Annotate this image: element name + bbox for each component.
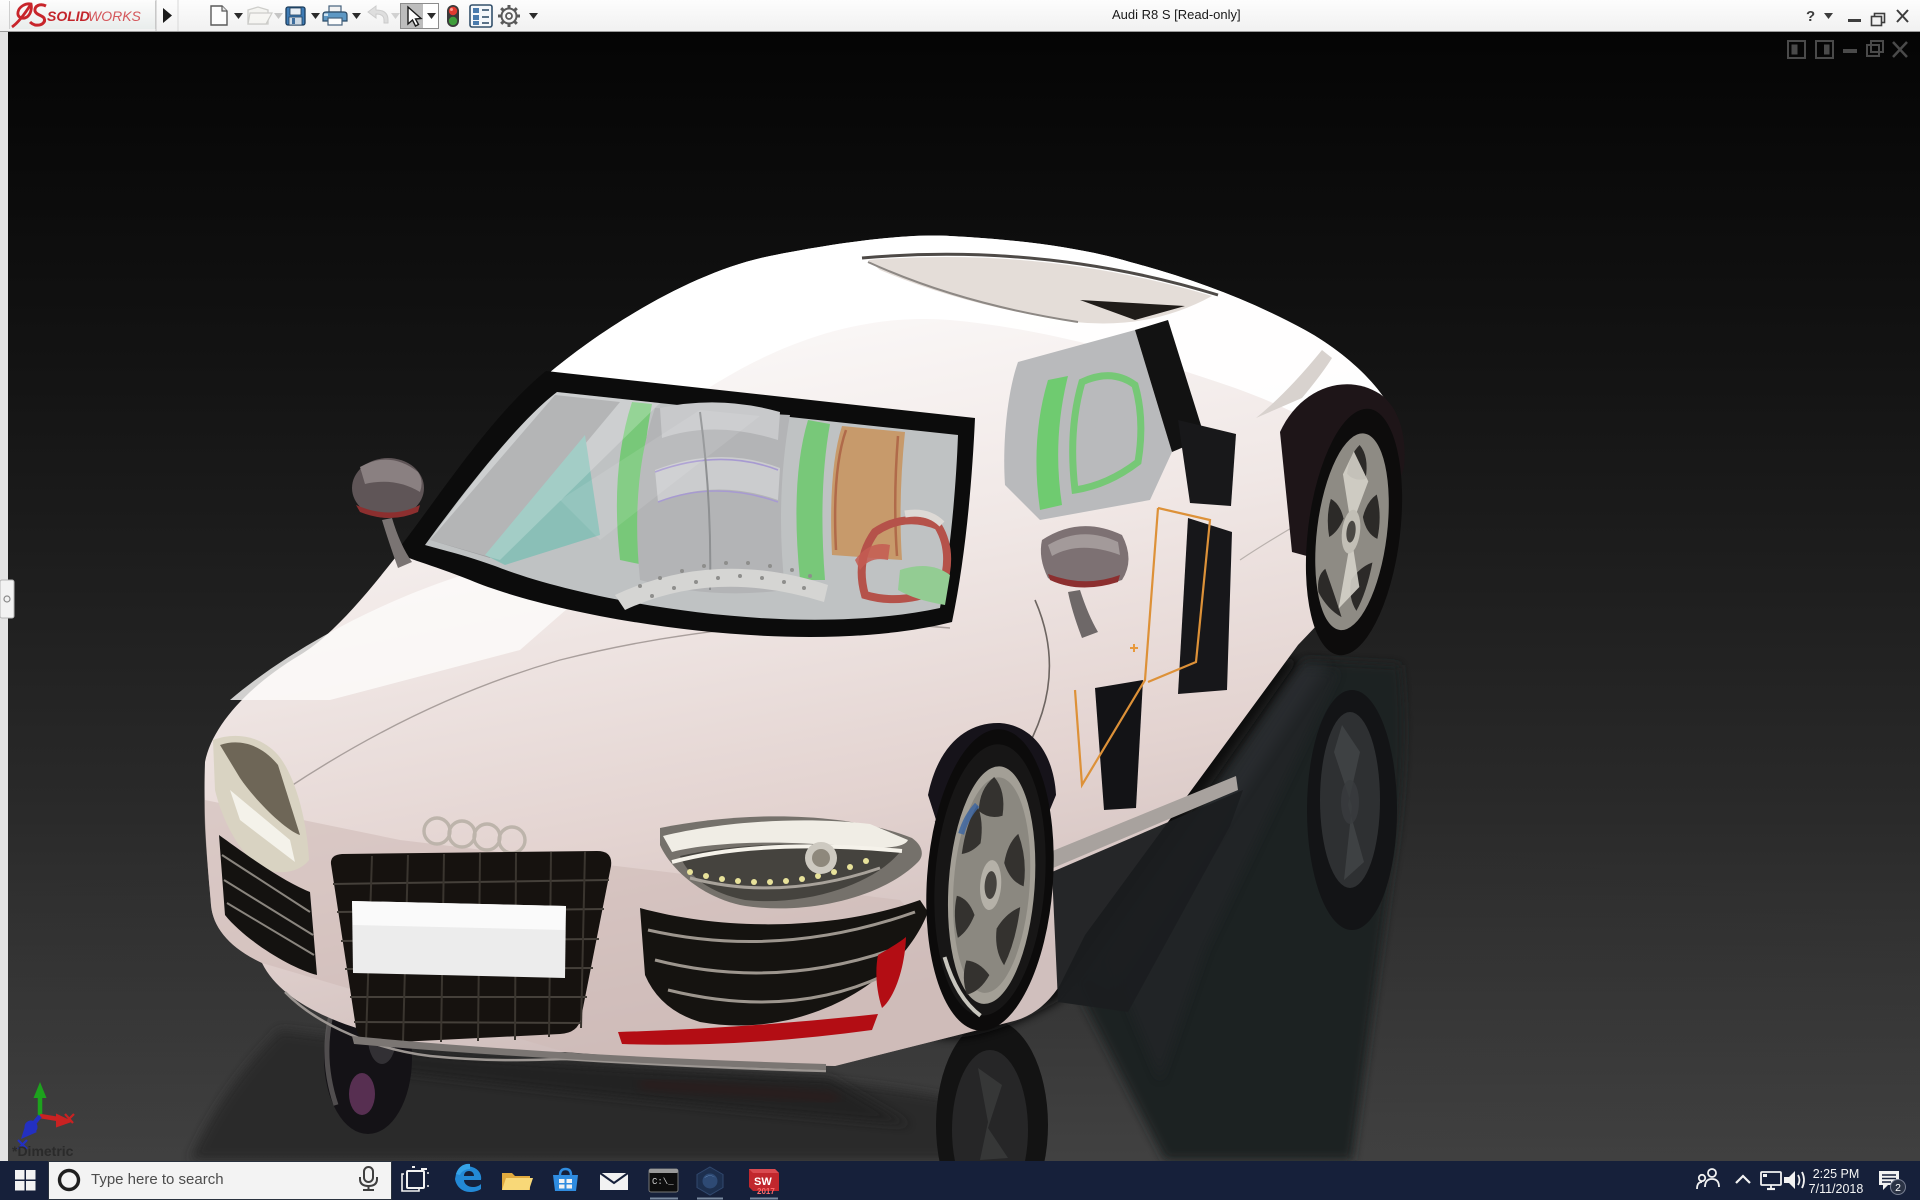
svg-text:2017: 2017	[757, 1187, 775, 1196]
svg-text:C:\_: C:\_	[652, 1177, 674, 1187]
svg-text:?: ?	[1806, 8, 1815, 25]
svg-text:SOLID: SOLID	[47, 8, 90, 24]
svg-text:7/11/2018: 7/11/2018	[1809, 1182, 1864, 1196]
svg-text:2: 2	[1895, 1182, 1901, 1194]
svg-text:2:25 PM: 2:25 PM	[1813, 1167, 1860, 1181]
svg-text:WORKS: WORKS	[88, 8, 142, 24]
svg-text:*Dimetric: *Dimetric	[12, 1143, 74, 1159]
